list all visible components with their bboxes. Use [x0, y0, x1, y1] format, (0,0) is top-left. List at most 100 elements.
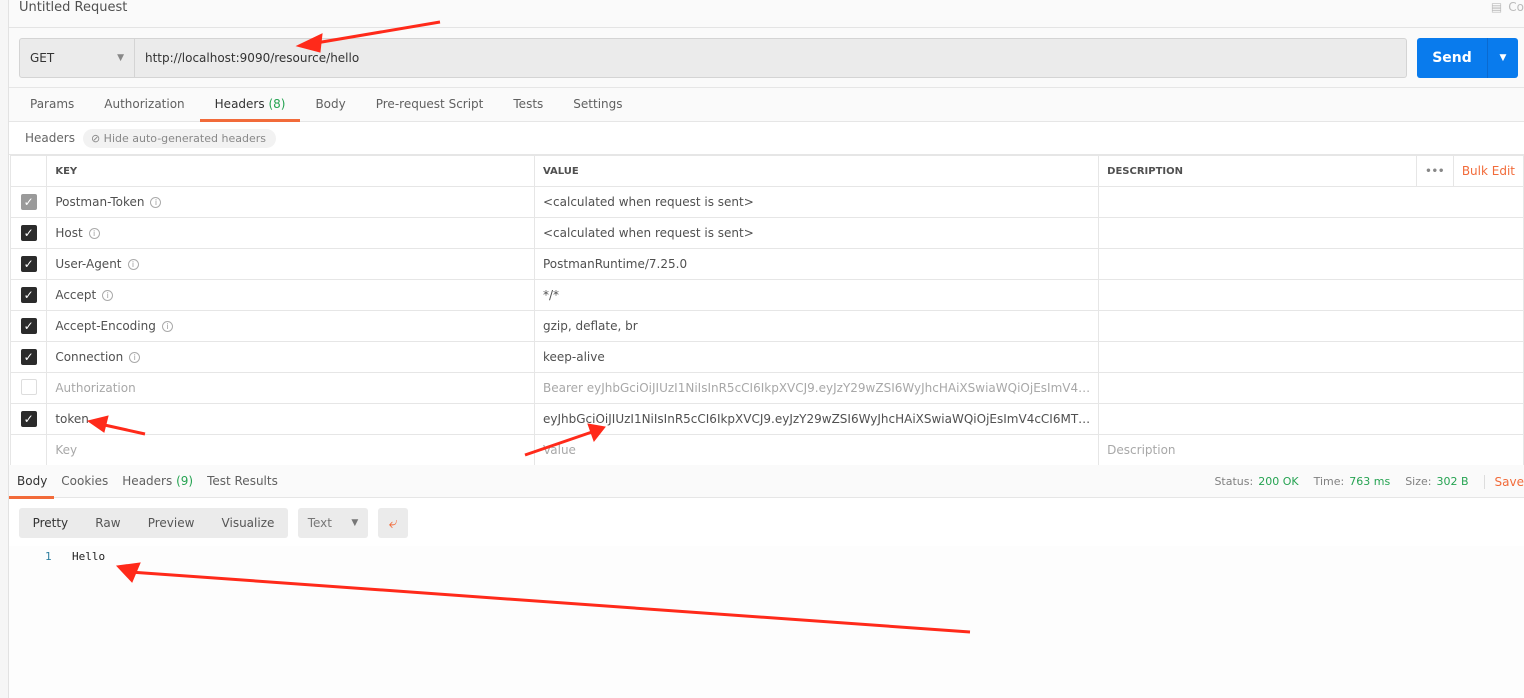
response-tabs: Body Cookies Headers (9) Test Results St… — [9, 465, 1524, 499]
key-text: token — [55, 412, 89, 426]
tab-tests[interactable]: Tests — [498, 88, 558, 122]
key-text: Accept-Encoding — [55, 319, 156, 333]
more-options-button[interactable]: ••• — [1415, 155, 1454, 187]
headers-label: Headers — [25, 131, 75, 145]
value-input[interactable]: Value — [533, 434, 1100, 466]
row-checkbox[interactable]: ✓ — [20, 411, 37, 427]
send-button[interactable]: Send — [1417, 38, 1487, 78]
value-cell[interactable]: eyJhbGciOiJIUzI1NiIsInR5cCI6IkpXVCJ9.eyJ… — [533, 403, 1100, 435]
description-cell[interactable] — [1098, 217, 1524, 249]
description-cell[interactable] — [1098, 341, 1524, 373]
description-cell[interactable] — [1098, 248, 1524, 280]
table-row: ✓ Postman-Token i <calculated when reques… — [9, 186, 1524, 218]
bulk-edit-button[interactable]: Bulk Edit — [1452, 155, 1524, 187]
tab-pre-request-script[interactable]: Pre-request Script — [361, 88, 499, 122]
response-body[interactable]: 1 Hello — [9, 546, 1524, 698]
info-icon[interactable]: i — [161, 321, 173, 332]
tab-cookies[interactable]: Cookies — [54, 465, 115, 499]
url-input[interactable]: http://localhost:9090/resource/hello — [135, 38, 1407, 78]
value-cell[interactable]: <calculated when request is sent> — [533, 217, 1100, 249]
description-cell[interactable] — [1098, 310, 1524, 342]
row-checkbox-cell: ✓ — [9, 310, 48, 342]
description-cell[interactable] — [1098, 186, 1524, 218]
key-cell[interactable]: Connection i — [46, 341, 535, 373]
key-cell[interactable]: token — [46, 403, 535, 435]
tab-settings[interactable]: Settings — [558, 88, 637, 122]
tab-response-body[interactable]: Body — [9, 465, 55, 499]
value-cell[interactable]: gzip, deflate, br — [533, 310, 1100, 342]
view-raw[interactable]: Raw — [95, 516, 120, 530]
send-options-button[interactable]: ▼ — [1487, 38, 1518, 78]
comments-label: Co — [1508, 0, 1524, 14]
tab-label: Headers — [122, 474, 173, 488]
hide-auto-headers-button[interactable]: ⊘ Hide auto-generated headers — [82, 128, 276, 148]
new-header-row: Key Value Description — [9, 434, 1524, 466]
key-cell[interactable]: Authorization — [46, 372, 535, 404]
key-cell[interactable]: Host i — [46, 217, 535, 249]
description-input[interactable]: Description — [1098, 434, 1524, 466]
key-text: Accept — [55, 288, 97, 302]
key-cell[interactable]: Postman-Token i — [46, 186, 535, 218]
key-input[interactable]: Key — [46, 434, 535, 466]
value-cell[interactable]: keep-alive — [533, 341, 1100, 373]
key-text: Host — [55, 226, 83, 240]
view-preview[interactable]: Preview — [148, 516, 195, 530]
row-checkbox[interactable]: ✓ — [20, 194, 37, 210]
table-header: KEY VALUE DESCRIPTION ••• Bulk Edit — [9, 155, 1524, 187]
tab-response-headers[interactable]: Headers (9) — [115, 465, 200, 499]
view-pretty[interactable]: Pretty — [33, 516, 69, 530]
row-checkbox-cell: ✓ — [9, 186, 48, 218]
size-label: Size: — [1405, 475, 1432, 488]
chevron-down-icon: ▼ — [117, 53, 124, 63]
eye-off-icon: ⊘ — [90, 131, 101, 145]
tab-label: Headers — [214, 97, 265, 111]
row-checkbox-cell: ✓ — [9, 279, 48, 311]
save-response-button[interactable]: Save — [1483, 474, 1524, 489]
value-cell[interactable]: PostmanRuntime/7.25.0 — [533, 248, 1100, 280]
key-cell[interactable]: Accept-Encoding i — [46, 310, 535, 342]
table-row: ✓ Accept i */* — [9, 279, 1524, 311]
headers-bar: Headers ⊘ Hide auto-generated headers — [9, 122, 1524, 155]
request-title[interactable]: Untitled Request — [19, 0, 127, 16]
row-checkbox[interactable]: ✓ — [20, 349, 37, 365]
info-icon[interactable]: i — [127, 259, 139, 270]
description-cell[interactable] — [1098, 372, 1524, 404]
value-cell[interactable]: */* — [533, 279, 1100, 311]
method-select[interactable]: GET ▼ — [19, 38, 135, 78]
format-value: Text — [307, 516, 332, 530]
tab-headers[interactable]: Headers (8) — [199, 88, 301, 122]
tab-params[interactable]: Params — [15, 88, 89, 122]
description-cell[interactable] — [1098, 279, 1524, 311]
row-checkbox[interactable]: ✓ — [20, 225, 37, 241]
row-checkbox[interactable] — [20, 378, 37, 395]
key-cell[interactable]: User-Agent i — [46, 248, 535, 280]
response-meta: Status: 200 OK Time: 763 ms Size: 302 B Sav… — [1214, 465, 1524, 498]
info-icon[interactable]: i — [102, 290, 114, 301]
info-icon[interactable]: i — [150, 197, 162, 208]
tab-authorization[interactable]: Authorization — [89, 88, 199, 122]
value-cell[interactable]: Bearer eyJhbGciOiJIUzI1NiIsInR5cCI6IkpXV… — [533, 372, 1100, 404]
column-description: DESCRIPTION — [1098, 155, 1417, 187]
row-checkbox[interactable]: ✓ — [20, 318, 37, 334]
comments-button[interactable]: ▤ Co — [1491, 0, 1524, 14]
chevron-down-icon: ▼ — [351, 518, 359, 528]
view-visualize[interactable]: Visualize — [222, 516, 275, 530]
table-row: ✓ User-Agent i PostmanRuntime/7.25.0 — [9, 248, 1524, 280]
chevron-down-icon: ▼ — [1499, 53, 1507, 63]
row-checkbox[interactable]: ✓ — [20, 256, 37, 272]
info-icon[interactable]: i — [129, 352, 141, 363]
tab-test-results[interactable]: Test Results — [200, 465, 285, 499]
header-checkbox-column — [9, 155, 48, 187]
headers-table: KEY VALUE DESCRIPTION ••• Bulk Edit ✓ Po… — [9, 155, 1524, 466]
column-key: KEY — [46, 155, 535, 187]
wrap-lines-button[interactable]: ⤶ — [378, 508, 408, 538]
key-cell[interactable]: Accept i — [46, 279, 535, 311]
tab-count: (9) — [176, 474, 194, 488]
row-checkbox[interactable]: ✓ — [20, 287, 37, 303]
info-icon[interactable]: i — [88, 228, 100, 239]
tab-body[interactable]: Body — [300, 88, 360, 122]
value-cell[interactable]: <calculated when request is sent> — [533, 186, 1100, 218]
key-text: Authorization — [55, 381, 136, 395]
format-select[interactable]: Text ▼ — [298, 508, 368, 538]
description-cell[interactable] — [1098, 403, 1524, 435]
